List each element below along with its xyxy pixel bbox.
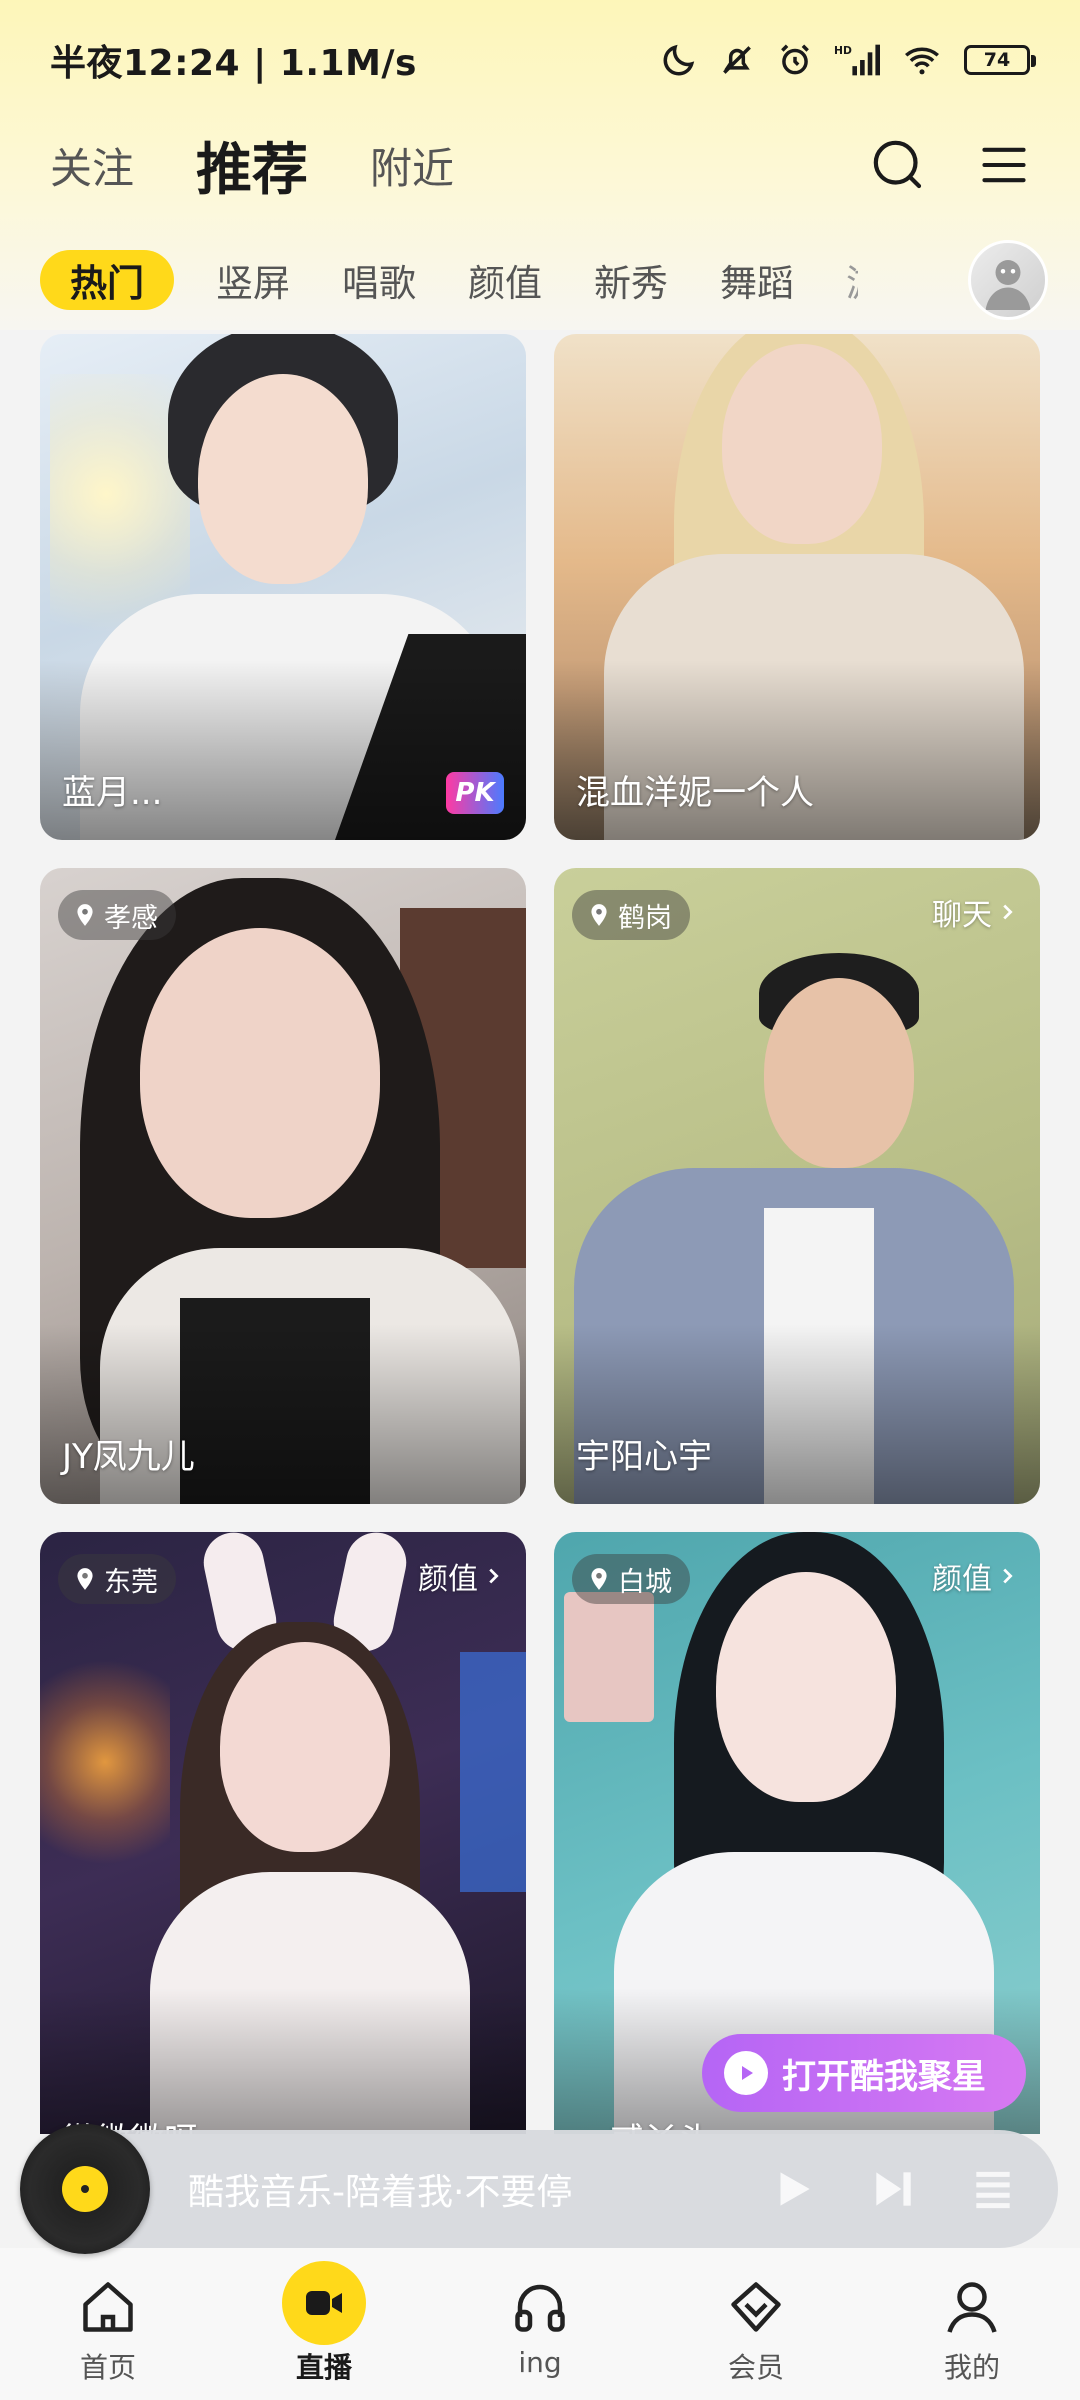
video-camera-icon — [282, 2261, 366, 2345]
nav-vip-label: 会员 — [727, 2351, 784, 2384]
promo-label: 打开酷我聚星 — [782, 2056, 986, 2097]
status-time: 半夜12:24 | 1.1M/s — [50, 43, 417, 84]
nav-ing-label: ing — [518, 2346, 562, 2379]
tab-recommended[interactable]: 推荐 — [196, 125, 309, 206]
avatar-placeholder-icon — [985, 260, 1031, 310]
playlist-icon[interactable] — [968, 2164, 1018, 2214]
category-tag: 颜值 — [932, 1554, 1018, 1598]
tab-nearby[interactable]: 附近 — [370, 135, 454, 196]
category-tag: 聊天 — [932, 890, 1018, 934]
music-controls — [768, 2164, 1018, 2214]
live-card[interactable]: 混血洋妮一个人 — [554, 334, 1040, 840]
location-badge: 孝感 — [58, 890, 176, 940]
disc-label — [62, 2166, 108, 2212]
music-title: 酷我音乐-陪着我·不要停 — [188, 2172, 573, 2213]
open-kuwo-juxing-button[interactable]: 打开酷我聚星 — [702, 2034, 1026, 2112]
nav-mine-label: 我的 — [943, 2351, 1000, 2384]
bokeh-lights — [40, 1632, 170, 1892]
live-room-grid: 蓝月... PK 混血洋妮一个人 孝感 JY凤九儿 鹤岗 聊天 宇阳心宇 东莞 … — [0, 334, 1080, 2134]
category-tag-text: 聊天 — [932, 898, 992, 933]
home-icon — [83, 2282, 133, 2332]
location-badge: 白城 — [572, 1554, 690, 1604]
streamer-face — [722, 344, 882, 544]
chevron-right-icon — [1003, 1568, 1013, 1584]
category-looks[interactable]: 颜值 — [468, 250, 542, 310]
vinyl-disc-icon[interactable] — [20, 2124, 150, 2254]
category-partial[interactable]: 游 — [846, 250, 858, 310]
user-icon — [947, 2282, 997, 2333]
location-badge: 鹤岗 — [572, 890, 690, 940]
user-avatar[interactable] — [968, 240, 1048, 320]
location-text: 东莞 — [104, 1566, 158, 1598]
category-vertical[interactable]: 竖屏 — [216, 250, 290, 310]
live-card[interactable]: 蓝月... PK — [40, 334, 526, 840]
nav-ing[interactable]: ing — [432, 2248, 648, 2400]
live-card[interactable]: 孝感 JY凤九儿 — [40, 868, 526, 1504]
next-icon[interactable] — [868, 2164, 918, 2214]
category-tag-text: 颜值 — [418, 1562, 478, 1597]
battery-indicator: 74 — [964, 45, 1036, 75]
battery-level: 74 — [983, 49, 1011, 71]
alarm-icon — [781, 44, 809, 75]
pk-badge: PK — [446, 772, 504, 814]
tab-following-label: 关注 — [50, 143, 135, 193]
blue-light — [460, 1652, 526, 1892]
nav-live-label: 直播 — [295, 2351, 352, 2384]
play-icon[interactable] — [768, 2164, 818, 2214]
location-badge: 东莞 — [58, 1554, 176, 1604]
headphones-icon — [515, 2284, 565, 2332]
streamer-face — [716, 1572, 896, 1802]
play-circle-icon — [724, 2051, 768, 2095]
top-tabs: 关注 推荐 附近 — [0, 120, 1080, 210]
top-actions — [870, 137, 1030, 193]
bottom-navigation: 首页 直播 ing 会员 我的 — [0, 2248, 1080, 2400]
menu-icon[interactable] — [978, 139, 1030, 191]
streamer-face — [140, 928, 380, 1218]
svg-text:HD: HD — [834, 44, 852, 57]
tab-recommended-label: 推荐 — [196, 137, 309, 203]
location-pin-icon — [591, 1568, 607, 1590]
search-icon[interactable] — [870, 137, 926, 193]
tab-nearby-label: 附近 — [370, 143, 455, 193]
diamond-icon — [731, 2282, 781, 2332]
live-card[interactable]: 鹤岗 聊天 宇阳心宇 — [554, 868, 1040, 1504]
status-icons: HD 74 — [660, 41, 1036, 79]
category-tabs: 热门 竖屏 唱歌 颜值 新秀 舞蹈 游 — [0, 238, 1080, 322]
location-pin-icon — [77, 1568, 93, 1590]
streamer-face — [764, 978, 914, 1168]
location-text: 白城 — [618, 1566, 672, 1598]
tab-following[interactable]: 关注 — [50, 135, 134, 196]
category-tag: 颜值 — [418, 1554, 504, 1598]
location-text: 鹤岗 — [618, 902, 672, 934]
wifi-icon — [905, 47, 939, 75]
location-pin-icon — [77, 904, 93, 926]
nav-home[interactable]: 首页 — [0, 2248, 216, 2400]
streamer-name: JY凤九儿 — [62, 1437, 195, 1477]
chevron-right-icon — [489, 1568, 499, 1584]
live-card[interactable]: 东莞 颜值 微微微呀 — [40, 1532, 526, 2134]
category-hot[interactable]: 热门 — [40, 250, 174, 310]
streamer-name: 宇阳心宇 — [576, 1437, 712, 1477]
nav-live[interactable]: 直播 — [216, 2248, 432, 2400]
signal-icon: HD — [834, 44, 880, 76]
category-tag-text: 颜值 — [932, 1562, 992, 1597]
location-pin-icon — [591, 904, 607, 926]
moon-icon — [663, 44, 695, 76]
bell-off-icon — [723, 46, 751, 74]
streamer-face — [220, 1642, 390, 1852]
music-player-bar[interactable]: 酷我音乐-陪着我·不要停 — [20, 2124, 1058, 2254]
category-dance[interactable]: 舞蹈 — [720, 250, 794, 310]
streamer-name: 混血洋妮一个人 — [576, 773, 814, 813]
nav-home-label: 首页 — [79, 2351, 136, 2384]
chevron-right-icon — [1003, 904, 1013, 920]
category-newcomer[interactable]: 新秀 — [594, 250, 668, 310]
category-singing[interactable]: 唱歌 — [342, 250, 416, 310]
wall-decoration — [564, 1592, 654, 1722]
streamer-face — [198, 374, 368, 584]
streamer-name: 蓝月... — [62, 773, 163, 813]
nav-vip[interactable]: 会员 — [648, 2248, 864, 2400]
nav-mine[interactable]: 我的 — [864, 2248, 1080, 2400]
location-text: 孝感 — [104, 902, 158, 934]
status-bar: 半夜12:24 | 1.1M/s HD 74 — [0, 0, 1080, 120]
